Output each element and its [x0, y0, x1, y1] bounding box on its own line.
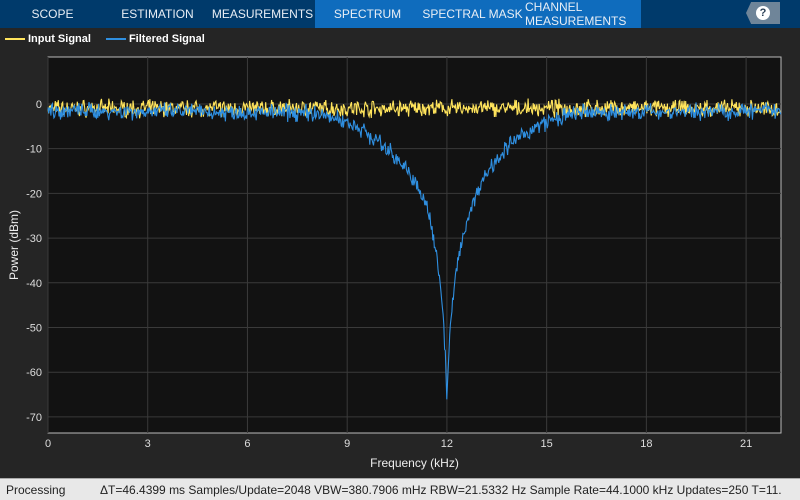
y-tick-label: -10	[26, 144, 42, 156]
help-button[interactable]: ?	[746, 2, 780, 24]
spectrum-chart: 0 3 6 9 12 15 18 21 0 -10 -20 -30 -40 -50 -60 -70 Freque…	[7, 56, 782, 470]
tab-spectral-mask[interactable]: SPECTRAL MASK	[420, 0, 525, 28]
status-bar: Processing ΔT=46.4399 ms Samples/Update=…	[0, 478, 800, 500]
y-tick-label: -50	[26, 322, 42, 334]
toolstrip: SCOPE ESTIMATION MEASUREMENTS SPECTRUM SPECT…	[0, 0, 800, 28]
status-state: Processing	[6, 482, 66, 497]
legend-label: Filtered Signal	[128, 33, 205, 45]
legend-swatch-input	[5, 38, 25, 40]
tab-estimation[interactable]: ESTIMATION	[105, 0, 210, 28]
x-tick-label: 21	[740, 438, 752, 450]
x-tick-label: 0	[45, 438, 51, 450]
x-tick-label: 3	[145, 438, 151, 450]
legend-swatch-filtered	[105, 38, 126, 40]
y-tick-label: -30	[26, 233, 42, 245]
y-tick-label: -40	[26, 278, 42, 290]
y-tick-label: 0	[36, 99, 42, 111]
legend-item-filtered-signal[interactable]: Filtered Signal	[105, 33, 205, 45]
legend-label: Input Signal	[28, 33, 91, 45]
help-icon: ?	[756, 6, 770, 20]
tab-spectrum[interactable]: SPECTRUM	[315, 0, 420, 28]
x-axis-label: Frequency (kHz)	[370, 456, 459, 470]
y-tick-label: -20	[26, 188, 42, 200]
x-tick-label: 18	[640, 438, 652, 450]
x-tick-label: 6	[244, 438, 250, 450]
x-tick-label: 12	[441, 438, 453, 450]
status-info: ΔT=46.4399 ms Samples/Update=2048 VBW=38…	[100, 482, 782, 497]
legend: Input Signal Filtered Signal	[0, 30, 215, 48]
y-tick-label: -60	[26, 367, 42, 379]
tab-scope[interactable]: SCOPE	[0, 0, 105, 28]
x-tick-label: 15	[541, 438, 553, 450]
tab-channel-measurements[interactable]: CHANNEL MEASUREMENTS	[525, 0, 641, 28]
x-tick-label: 9	[344, 438, 350, 450]
tab-measurements[interactable]: MEASUREMENTS	[210, 0, 315, 28]
legend-item-input-signal[interactable]: Input Signal	[5, 33, 91, 45]
y-axis-label: Power (dBm)	[7, 210, 21, 280]
plot-area	[47, 56, 782, 434]
y-tick-label: -70	[26, 412, 42, 424]
